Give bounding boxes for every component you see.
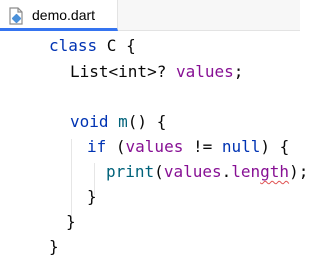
field-name: values — [125, 137, 184, 156]
keyword: null — [221, 137, 261, 156]
code-text: . — [221, 162, 232, 181]
keyword: void — [70, 112, 109, 131]
code-text: ( — [154, 162, 164, 181]
code-line-1: class C { — [49, 34, 136, 58]
closing-brace: } — [66, 212, 76, 231]
indent-guide — [71, 139, 72, 219]
code-line-7: } — [87, 185, 97, 209]
tab-demo-dart[interactable]: demo.dart — [0, 0, 118, 31]
code-line-8: } — [66, 210, 76, 234]
code-text: != — [183, 137, 222, 156]
spellcheck-underline: gth — [260, 162, 290, 181]
code-text: () { — [127, 112, 167, 131]
code-line-6: print(values.length); — [106, 160, 308, 184]
code-text: ) { — [260, 137, 290, 156]
code-line-9: } — [49, 235, 59, 259]
type-name: List<int>? — [70, 62, 176, 81]
code-line-5: if (values != null) { — [87, 135, 289, 159]
tab-label: demo.dart — [32, 7, 96, 23]
keyword: if — [87, 137, 107, 156]
function-call: print — [106, 162, 155, 181]
field-name: values — [163, 162, 222, 181]
ide-window: demo.dart class C { List<int>? values; v… — [0, 0, 308, 263]
property-name: len — [231, 162, 261, 181]
code-editor[interactable]: class C { List<int>? values; void m() { … — [0, 31, 308, 263]
code-text: ; — [233, 62, 244, 81]
keyword: class — [49, 36, 98, 55]
closing-brace: } — [49, 237, 59, 256]
code-line-2: List<int>? values; — [70, 60, 243, 84]
method-name: m — [108, 112, 128, 131]
code-text: ( — [106, 137, 126, 156]
dart-file-icon — [9, 7, 23, 25]
code-text: ); — [289, 162, 309, 181]
code-line-4: void m() { — [70, 110, 166, 134]
field-name: values — [175, 62, 234, 81]
editor-tab-strip: demo.dart — [0, 0, 300, 31]
code-text: C { — [97, 36, 136, 55]
closing-brace: } — [87, 187, 97, 206]
